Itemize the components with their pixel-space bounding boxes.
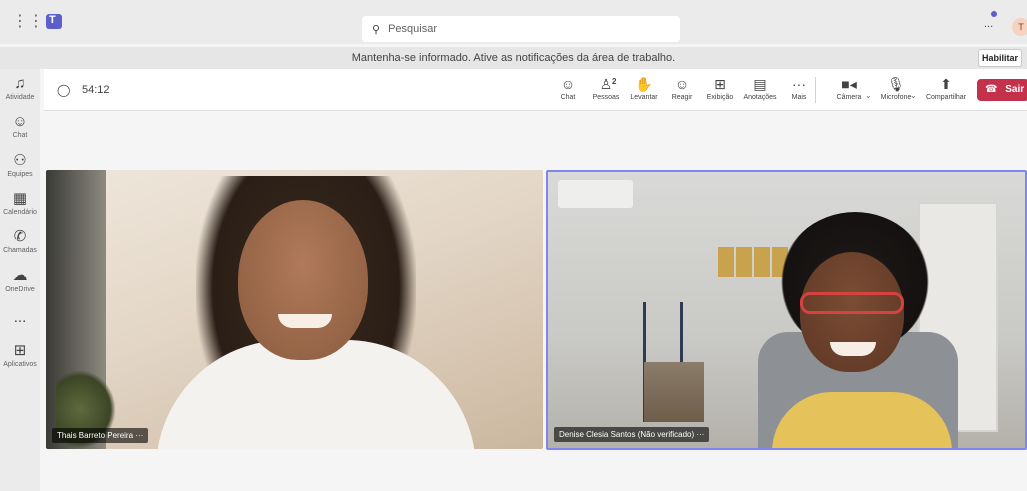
rail-item-label: Atividade: [5, 94, 35, 101]
more-actions-button[interactable]: ··· Mais: [788, 75, 810, 107]
rail-item-calls[interactable]: ✆ Chamadas: [0, 228, 40, 255]
people-icon: ♙: [599, 76, 613, 92]
notes-button[interactable]: ▤ Anotações: [740, 75, 780, 107]
search-box[interactable]: ⚲ Pesquisar: [362, 16, 680, 42]
participant-more-icon[interactable]: ···: [696, 430, 704, 439]
emoji-icon: ☺: [674, 76, 690, 92]
chat-icon: ☺: [560, 76, 576, 92]
participant-more-icon[interactable]: ···: [135, 431, 143, 440]
rail-item-activity[interactable]: ♫ Atividade: [0, 75, 40, 102]
chat-button[interactable]: ☺ Chat: [556, 75, 580, 107]
toolbar-divider: [815, 77, 816, 103]
leave-label: Sair: [1005, 84, 1025, 95]
hang-up-icon: ☎: [985, 84, 998, 95]
user-avatar[interactable]: T: [1012, 18, 1027, 36]
more-icon: ...: [13, 309, 27, 326]
participant-name: Thais Barreto Pereira: [57, 431, 134, 440]
participant-video-tile[interactable]: Thais Barreto Pereira ···: [46, 170, 543, 449]
meeting-stage: ◯ 54:12 ☺ Chat ♙ 2 Pessoas ✋ Levantar ☺ …: [44, 69, 1027, 491]
rail-item-apps[interactable]: ⊞ Aplicativos: [0, 342, 40, 369]
rail-item-calendar[interactable]: ▦ Calendário: [0, 190, 40, 217]
rail-item-label: OneDrive: [5, 286, 35, 293]
participant-name-tag: Denise Clesia Santos (Não verificado) ··…: [554, 427, 710, 442]
participant-smile: [278, 314, 332, 328]
notification-banner: Mantenha-se informado. Ative as notifica…: [0, 47, 1027, 69]
tool-label: Anotações: [743, 94, 777, 101]
calendar-icon: ▦: [12, 190, 28, 207]
participant-name: Denise Clesia Santos (Não verificado): [559, 430, 695, 439]
notes-icon: ▤: [753, 76, 767, 92]
settings-more-button[interactable]: ...: [984, 18, 993, 30]
app-rail: ♫ Atividade ☺ Chat ⚇ Equipes ▦ Calendári…: [0, 69, 40, 491]
rail-item-more[interactable]: ...: [0, 309, 40, 327]
phone-icon: ✆: [13, 228, 27, 245]
tool-label: Chat: [560, 94, 576, 101]
people-count: 2: [612, 77, 617, 86]
meeting-toolbar: ◯ 54:12 ☺ Chat ♙ 2 Pessoas ✋ Levantar ☺ …: [44, 69, 1027, 111]
chevron-down-icon[interactable]: ⌄: [865, 91, 872, 100]
chevron-down-icon[interactable]: ⌄: [910, 91, 917, 100]
search-icon: ⚲: [372, 23, 381, 36]
rail-item-label: Chamadas: [3, 247, 37, 254]
layout-grid-icon: ⊞: [714, 76, 726, 92]
tool-label: Exibição: [706, 94, 734, 101]
participant-name-tag: Thais Barreto Pereira ···: [52, 428, 149, 443]
share-icon: ⬆: [940, 76, 952, 92]
chat-icon: ☺: [12, 113, 28, 130]
apps-icon: ⊞: [13, 342, 27, 359]
participant-glasses: [800, 292, 904, 314]
title-bar: ⋮⋮⋮ ⚲ Pesquisar ... T: [0, 0, 1027, 44]
bell-icon: ♫: [14, 75, 26, 92]
tool-label: Pessoas: [592, 94, 620, 101]
people-button[interactable]: ♙ 2 Pessoas: [590, 75, 622, 107]
camera-icon: ■◂: [841, 76, 857, 92]
meeting-timer: 54:12: [82, 84, 110, 96]
shield-icon: ◯: [57, 83, 71, 97]
share-button[interactable]: ⬆ Compartilhar: [921, 75, 971, 107]
rail-item-label: Calendário: [3, 209, 37, 216]
rail-item-label: Equipes: [7, 171, 33, 178]
rail-item-chat[interactable]: ☺ Chat: [0, 113, 40, 140]
rail-item-onedrive[interactable]: ☁ OneDrive: [0, 267, 40, 294]
tool-label: Câmera: [836, 94, 862, 101]
hand-icon: ✋: [635, 76, 653, 92]
tool-label: Compartilhar: [925, 94, 967, 101]
tool-label: Levantar: [630, 94, 658, 101]
notification-dot: [991, 11, 997, 17]
tool-label: Mais: [791, 94, 807, 101]
more-icon: ···: [792, 76, 806, 92]
air-conditioner-background: [558, 180, 633, 208]
search-placeholder: Pesquisar: [388, 23, 437, 35]
rail-item-label: Chat: [12, 132, 28, 139]
shelf-background: [644, 362, 704, 422]
rail-item-teams[interactable]: ⚇ Equipes: [0, 152, 40, 179]
leave-button[interactable]: ☎ Sair: [977, 79, 1027, 101]
participant-smile: [830, 342, 876, 356]
app-launcher-icon[interactable]: ⋮⋮⋮: [12, 12, 60, 32]
raise-hand-button[interactable]: ✋ Levantar: [628, 75, 660, 107]
react-button[interactable]: ☺ Reagir: [668, 75, 696, 107]
tool-label: Reagir: [671, 94, 693, 101]
participant-video-tile-active[interactable]: Denise Clesia Santos (Não verificado) ··…: [546, 170, 1027, 450]
notification-text: Mantenha-se informado. Ative as notifica…: [351, 52, 676, 64]
teams-icon: ⚇: [13, 152, 27, 169]
camera-button[interactable]: ■◂ Câmera: [834, 75, 864, 107]
enable-notifications-button[interactable]: Habilitar: [978, 49, 1022, 67]
participant-face: [238, 200, 368, 360]
cloud-icon: ☁: [12, 267, 28, 284]
rail-item-label: Aplicativos: [3, 361, 37, 368]
teams-logo: [46, 14, 62, 29]
wall-frames-background: [718, 247, 790, 277]
view-button[interactable]: ⊞ Exibição: [704, 75, 736, 107]
